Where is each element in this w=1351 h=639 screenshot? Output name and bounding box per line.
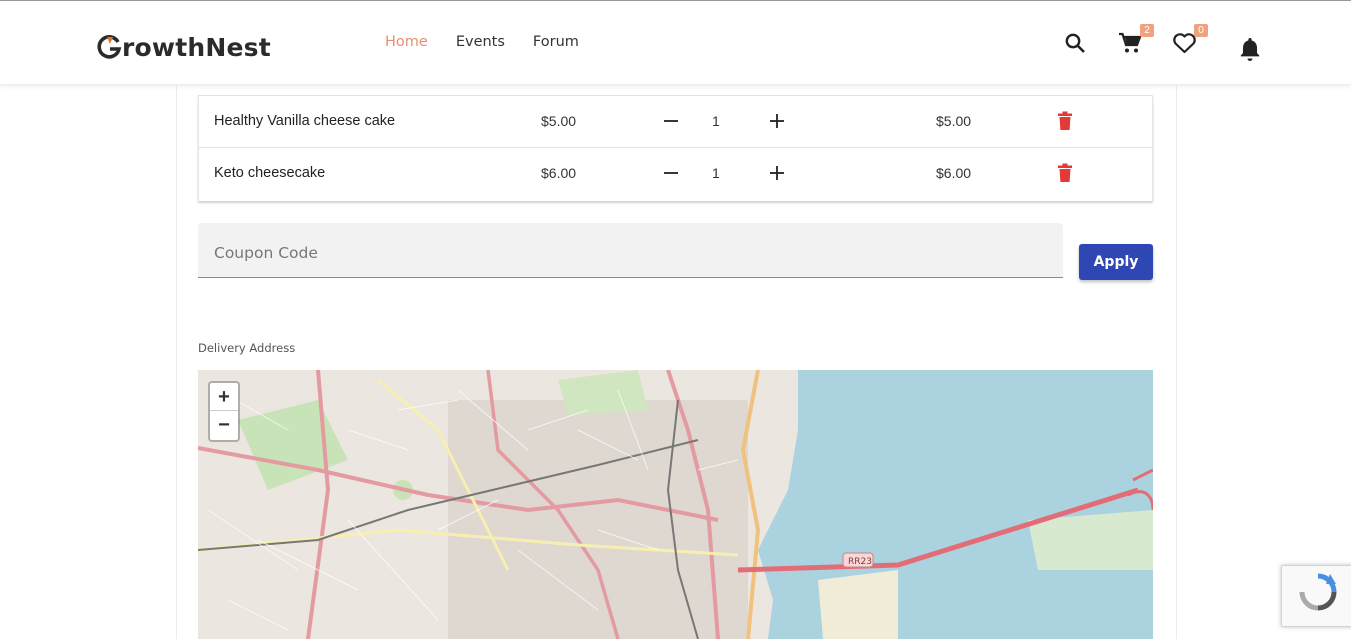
item-name: Keto cheesecake [214,165,326,181]
increase-quantity-button[interactable] [768,164,786,182]
item-price: $5.00 [541,113,577,129]
logo-text: rowthNest [122,32,271,62]
increase-quantity-button[interactable] [768,112,786,130]
item-price: $6.00 [541,165,577,181]
delete-item-button[interactable] [1057,163,1073,183]
logo[interactable]: rowthNest [97,31,271,63]
coupon-input[interactable] [198,223,1063,277]
search-icon[interactable] [1063,31,1089,57]
nav-events[interactable]: Events [456,34,505,50]
zoom-out-button[interactable]: − [210,411,238,439]
bell-icon[interactable] [1238,36,1264,62]
delivery-map[interactable]: RR23 + − [198,370,1153,639]
recaptcha-badge[interactable] [1281,565,1351,627]
item-quantity: 1 [712,113,720,129]
cart-button[interactable]: 2 [1118,24,1154,57]
delete-item-button[interactable] [1057,111,1073,131]
recaptcha-icon [1299,573,1337,611]
decrease-quantity-button[interactable] [662,112,680,130]
minus-icon [664,172,678,174]
minus-icon [664,120,678,122]
map-tiles: RR23 [198,370,1153,639]
trash-icon [1058,163,1072,182]
item-total: $6.00 [936,165,972,181]
main-nav: Home Events Forum [385,34,579,50]
table-row: Healthy Vanilla cheese cake $5.00 1 $5.0… [199,95,1152,147]
cart-table: Healthy Vanilla cheese cake $5.00 1 $5.0… [198,95,1153,201]
item-quantity: 1 [712,165,720,181]
site-header: rowthNest Home Events Forum 2 0 [0,1,1351,85]
road-label: RR23 [848,557,872,567]
apply-coupon-button[interactable]: Apply [1079,244,1153,280]
map-zoom-control: + − [208,381,240,442]
wishlist-button[interactable]: 0 [1172,24,1208,57]
cart-icon [1119,32,1142,53]
wishlist-count-badge: 0 [1194,24,1208,37]
item-total: $5.00 [936,113,972,129]
zoom-in-button[interactable]: + [210,383,238,411]
plus-icon [770,166,784,180]
delivery-address-label: Delivery Address [198,341,296,355]
item-name: Healthy Vanilla cheese cake [214,113,396,129]
coupon-field[interactable] [198,223,1063,278]
logo-g-mark [97,34,122,60]
nav-home[interactable]: Home [385,34,428,50]
plus-icon [770,114,784,128]
cart-count-badge: 2 [1140,24,1154,37]
trash-icon [1058,111,1072,130]
nav-forum[interactable]: Forum [533,34,579,50]
table-row: Keto cheesecake $6.00 1 $6.00 [199,147,1152,199]
decrease-quantity-button[interactable] [662,164,680,182]
